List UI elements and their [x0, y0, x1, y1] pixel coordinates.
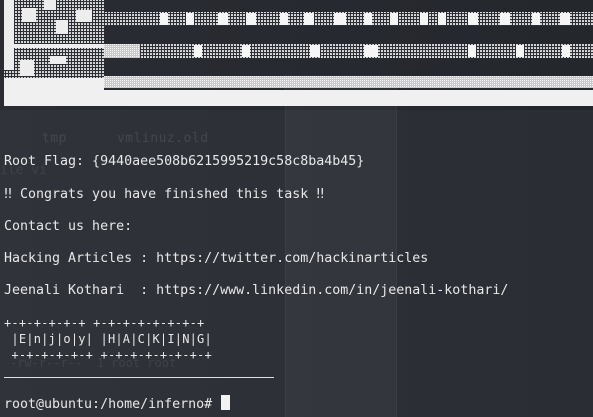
- enjoy-hacking-banner: |E|n|j|o|y| |H|A|C|K|I|N|G|: [4, 332, 212, 346]
- ascii-banner-art: [4, 0, 593, 106]
- divider-line: [4, 377, 274, 378]
- shell-prompt-line[interactable]: root@ubuntu:/home/inferno#: [4, 395, 231, 413]
- root-flag-text: Root Flag: {9440aee508b6215995219c58c8ba…: [4, 154, 365, 169]
- congrats-message: ‼ Congrats you have finished this task ‼: [4, 187, 325, 202]
- terminal-window[interactable]: tmp vmlinuz.old ile vi -rw-r--r-- 1 root…: [0, 0, 593, 417]
- enjoy-hacking-border-bottom: +-+-+-+-+-+ +-+-+-+-+-+-+-+: [4, 348, 212, 362]
- enjoy-hacking-border-top: +-+-+-+-+-+ +-+-+-+-+-+-+-+: [4, 316, 205, 330]
- contact-heading: Contact us here:: [4, 219, 133, 234]
- background-ghost-listing: tmp vmlinuz.old: [42, 131, 209, 146]
- background-window-panel: [285, 75, 397, 417]
- shell-prompt: root@ubuntu:/home/inferno#: [4, 397, 221, 412]
- hacking-articles-link-text: Hacking Articles : https://twitter.com/h…: [4, 251, 429, 266]
- terminal-cursor: [221, 395, 231, 410]
- jeenali-kothari-link-text: Jeenali Kothari : https://www.linkedin.c…: [4, 283, 509, 298]
